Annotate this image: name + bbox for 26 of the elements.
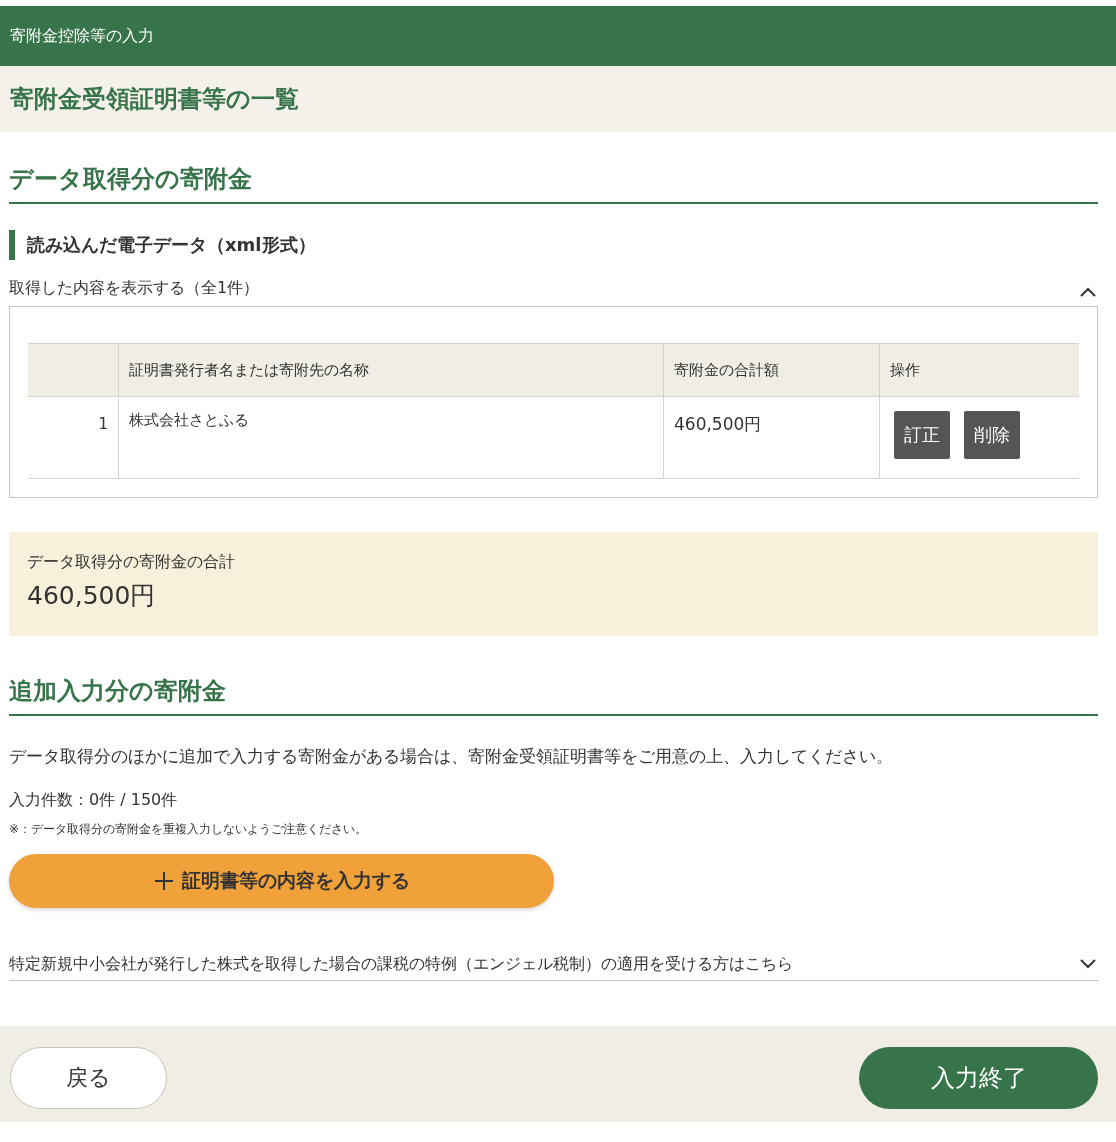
back-button[interactable]: 戻る xyxy=(10,1046,167,1109)
column-header: 寄附金の合計額 xyxy=(663,343,880,397)
column-header: 操作 xyxy=(879,343,1079,397)
page-title: 寄附金受領証明書等の一覧 xyxy=(10,84,299,115)
chevron-down-icon[interactable] xyxy=(1080,959,1096,969)
column-header: 証明書発行者名または寄附先の名称 xyxy=(118,343,664,397)
entry-count: 入力件数：0件 / 150件 xyxy=(9,789,179,811)
total-label: データ取得分の寄附金の合計 xyxy=(27,551,236,573)
add-entry-button[interactable]: 証明書等の内容を入力する xyxy=(9,854,554,908)
description-text: データ取得分のほかに追加で入力する寄附金がある場合は、寄附金受領証明書等をご用意の上、入力してください。 xyxy=(9,745,894,768)
section-heading: データ取得分の寄附金 xyxy=(9,162,1098,204)
table-cell: 460,500円 xyxy=(663,396,880,479)
note-text: ※：データ取得分の寄附金を重複入力しないようご注意ください。 xyxy=(9,821,369,838)
total-amount: 460,500円 xyxy=(27,580,157,612)
row-number: 1 xyxy=(28,396,119,479)
disclosure-link[interactable]: 特定新規中小会社が発行した株式を取得した場合の課税の特例（エンジェル税制）の適用を受ける方はこちら xyxy=(9,952,793,976)
table-cell: 株式会社さとふる xyxy=(118,396,664,479)
disclosure-link[interactable]: 取得した内容を表示する（全1件） xyxy=(9,276,260,300)
action-button[interactable]: 訂正 xyxy=(894,411,950,459)
finish-button[interactable]: 入力終了 xyxy=(859,1046,1098,1109)
chevron-up-icon[interactable] xyxy=(1080,287,1096,297)
action-button[interactable]: 削除 xyxy=(964,411,1020,459)
plus-icon xyxy=(153,871,174,891)
header-title: 寄附金控除等の入力 xyxy=(10,25,154,47)
subsection-heading: 読み込んだ電子データ（xml形式） xyxy=(9,230,1098,260)
section-heading: 追加入力分の寄附金 xyxy=(9,674,1098,716)
